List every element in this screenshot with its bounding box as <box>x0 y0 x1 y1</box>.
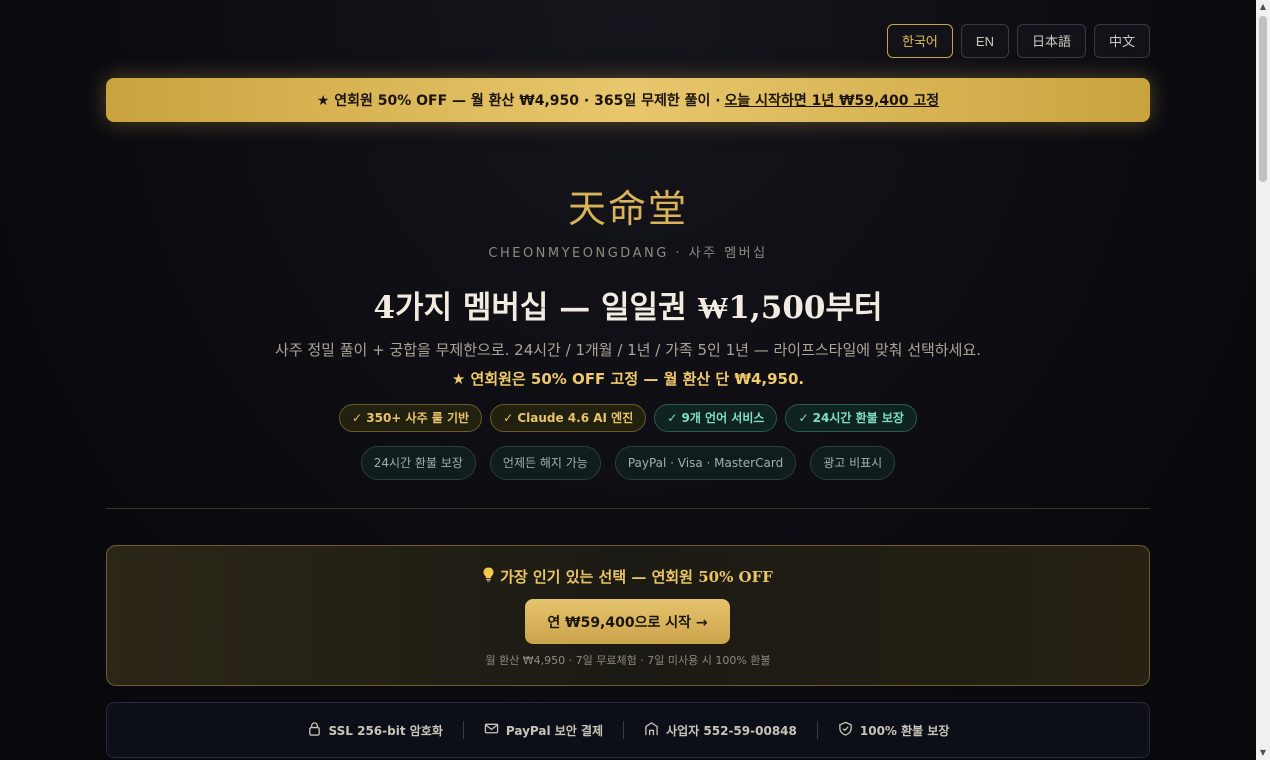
language-switcher: 한국어 EN 日本語 中文 <box>887 24 1150 58</box>
section-divider <box>106 508 1150 509</box>
trust-item-refund-label: 100% 환불 보장 <box>859 723 950 738</box>
lang-button-zh[interactable]: 中文 <box>1093 24 1150 58</box>
feature-badge-ai-engine: ✓ Claude 4.6 AI 엔진 <box>490 404 647 432</box>
benefit-pills: 24시간 환불 보장 언제든 해지 가능 PayPal · Visa · Mas… <box>0 446 1256 480</box>
promo-banner-text: ★ 연회원 50% OFF — 월 환산 ₩4,950 · 365일 무제한 풀… <box>316 93 721 109</box>
cta-title-text: 가장 인기 있는 선택 — 연회원 50% OFF <box>500 568 773 586</box>
promo-banner[interactable]: ★ 연회원 50% OFF — 월 환산 ₩4,950 · 365일 무제한 풀… <box>106 78 1150 122</box>
trust-item-business-label: 사업자 552-59-00848 <box>666 723 797 738</box>
promo-banner-link[interactable]: 오늘 시작하면 1년 ₩59,400 고정 <box>725 90 940 110</box>
scroll-up-arrow-icon[interactable]: ▲ <box>1256 0 1270 14</box>
lang-button-ko[interactable]: 한국어 <box>887 24 953 58</box>
cta-subtext: 월 환산 ₩4,950 · 7일 무료체험 · 7일 미사용 시 100% 환불 <box>485 654 771 667</box>
trust-item-refund: 100% 환불 보장 <box>818 721 970 739</box>
trust-item-paypal-label: PayPal 보안 결제 <box>505 723 604 738</box>
benefit-pill-no-ads: 광고 비표시 <box>810 446 896 480</box>
trust-item-business: 사업자 552-59-00848 <box>624 721 817 739</box>
start-annual-button[interactable]: 연 ₩59,400으로 시작 → <box>525 599 730 644</box>
popular-plan-cta: 가장 인기 있는 선택 — 연회원 50% OFF 연 ₩59,400으로 시작… <box>106 545 1150 686</box>
trust-bar: SSL 256-bit 암호화 PayPal 보안 결제 사업자 552-59-… <box>106 702 1150 758</box>
scrollbar-thumb[interactable] <box>1259 16 1267 182</box>
trust-item-ssl: SSL 256-bit 암호화 <box>287 721 463 739</box>
page-headline: 4가지 멤버십 — 일일권 ₩1,500부터 <box>373 290 883 326</box>
cta-title: 가장 인기 있는 선택 — 연회원 50% OFF <box>107 566 1149 587</box>
feature-badge-languages: ✓ 9개 언어 서비스 <box>654 404 778 432</box>
lock-icon <box>307 721 322 739</box>
brand-logo: 天命堂 <box>567 187 688 231</box>
benefit-pill-payment: PayPal · Visa · MasterCard <box>614 446 797 480</box>
feature-badge-refund: ✓ 24시간 환불 보장 <box>785 404 917 432</box>
hero-description: 사주 정밀 풀이 + 궁합을 무제한으로. 24시간 / 1개월 / 1년 / … <box>275 341 981 359</box>
trust-item-paypal: PayPal 보안 결제 <box>464 721 623 739</box>
shield-check-icon <box>838 721 853 739</box>
benefit-pill-refund: 24시간 환불 보장 <box>360 446 476 480</box>
mail-icon <box>484 721 499 739</box>
page: 한국어 EN 日本語 中文 ★ 연회원 50% OFF — 월 환산 ₩4,95… <box>0 0 1256 760</box>
page-scrollbar[interactable]: ▲ ▼ <box>1256 0 1270 760</box>
hero-offer: ★ 연회원은 50% OFF 고정 — 월 환산 단 ₩4,950. <box>451 370 805 388</box>
brand-tagline: CHEONMYEONGDANG · 사주 멤버십 <box>488 246 768 261</box>
feature-badge-rules: ✓ 350+ 사주 룰 기반 <box>339 404 483 432</box>
building-icon <box>644 721 659 739</box>
lang-button-en[interactable]: EN <box>960 24 1009 58</box>
scroll-down-arrow-icon[interactable]: ▼ <box>1256 746 1270 760</box>
trust-item-ssl-label: SSL 256-bit 암호화 <box>328 723 443 738</box>
benefit-pill-cancel: 언제든 해지 가능 <box>489 446 601 480</box>
lightbulb-icon <box>483 567 494 586</box>
lang-button-ja[interactable]: 日本語 <box>1016 24 1086 58</box>
feature-badges: ✓ 350+ 사주 룰 기반 ✓ Claude 4.6 AI 엔진 ✓ 9개 언… <box>0 404 1256 432</box>
